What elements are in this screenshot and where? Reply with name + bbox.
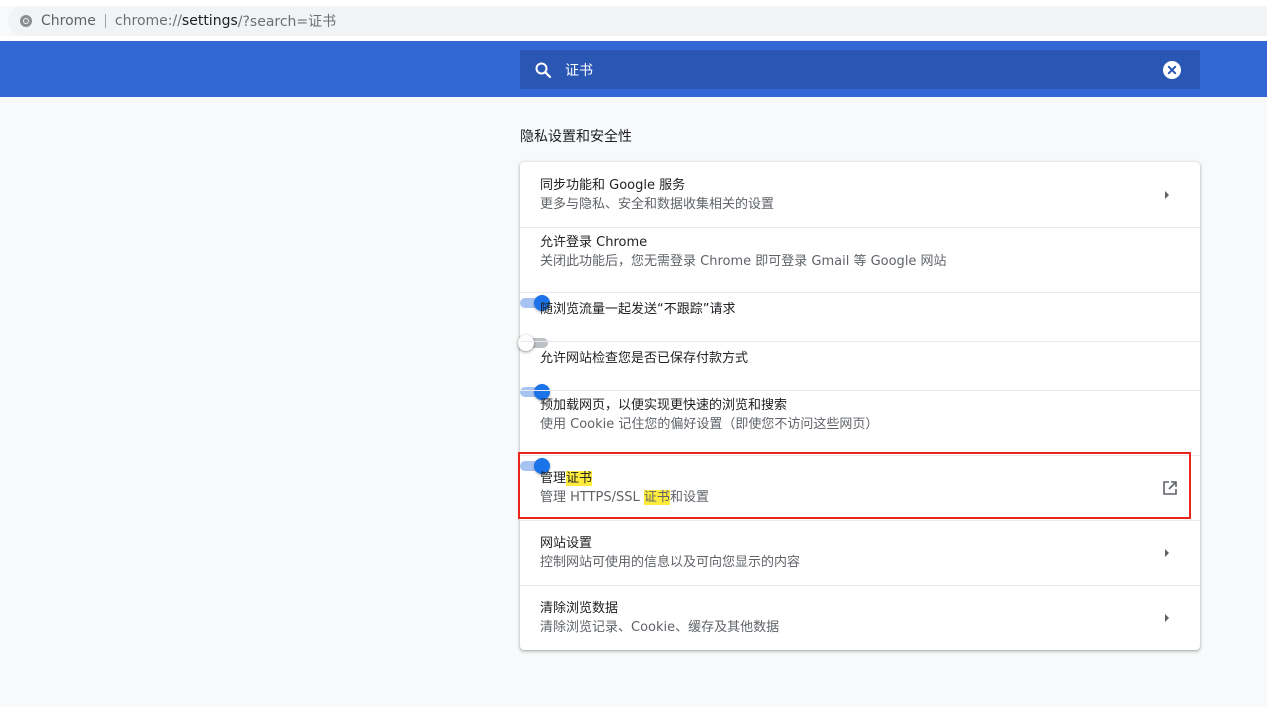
settings-row-preload-pages: 预加载网页，以便实现更快速的浏览和搜索 使用 Cookie 记住您的偏好设置（即… xyxy=(520,390,1200,474)
settings-row-site-settings[interactable]: 网站设置 控制网站可使用的信息以及可向您显示的内容 xyxy=(520,520,1200,585)
chevron-right-icon[interactable] xyxy=(1161,189,1173,201)
row-label: 同步功能和 Google 服务 xyxy=(540,177,686,193)
row-label: 预加载网页，以便实现更快速的浏览和搜索 xyxy=(540,398,788,413)
row-sublabel-text: 管理 HTTPS/SSL xyxy=(540,490,644,505)
address-bar[interactable]: Chrome chrome://settings/?search=证书 xyxy=(8,6,1267,36)
address-separator xyxy=(104,14,106,28)
row-sublabel: 更多与隐私、安全和数据收集相关的设置 xyxy=(540,196,775,212)
row-label: 管理证书 xyxy=(540,469,1200,488)
row-sublabel: 清除浏览记录、Cookie、缓存及其他数据 xyxy=(540,620,780,635)
row-label: 随浏览流量一起发送“不跟踪”请求 xyxy=(540,301,736,317)
settings-row-payment-methods: 允许网站检查您是否已保存付款方式 xyxy=(520,341,1200,400)
settings-row-sync[interactable]: 同步功能和 Google 服务 更多与隐私、安全和数据收集相关的设置 xyxy=(520,162,1200,227)
site-chip-label: Chrome xyxy=(41,13,96,29)
search-highlight: 证书 xyxy=(566,471,593,486)
section-title: 隐私设置和安全性 xyxy=(520,129,632,145)
chevron-right-icon[interactable] xyxy=(1161,547,1173,559)
row-sublabel: 使用 Cookie 记住您的偏好设置（即使您不访问这些网页） xyxy=(540,417,879,432)
chevron-right-icon[interactable] xyxy=(1161,612,1173,624)
row-sublabel-text: 和设置 xyxy=(669,490,709,505)
row-label: 允许登录 Chrome xyxy=(540,235,648,250)
row-label-text: 管理 xyxy=(540,471,567,486)
open-in-new-icon[interactable] xyxy=(1161,479,1179,497)
row-label: 网站设置 xyxy=(540,536,593,551)
row-label: 清除浏览数据 xyxy=(540,601,619,616)
url-scheme: chrome:// xyxy=(114,13,182,29)
url-host: settings xyxy=(181,13,238,29)
settings-header xyxy=(0,41,1267,97)
settings-row-manage-certificates[interactable]: 管理证书 管理 HTTPS/SSL 证书和设置 xyxy=(520,455,1200,520)
clear-search-icon[interactable] xyxy=(1163,61,1181,79)
url-path: /?search=证书 xyxy=(237,14,337,30)
chrome-logo-icon xyxy=(20,15,32,27)
settings-search-box[interactable] xyxy=(520,50,1200,89)
search-icon xyxy=(534,61,552,79)
settings-row-clear-browsing-data[interactable]: 清除浏览数据 清除浏览记录、Cookie、缓存及其他数据 xyxy=(520,585,1200,650)
row-sublabel: 管理 HTTPS/SSL 证书和设置 xyxy=(540,488,1200,507)
row-sublabel: 控制网站可使用的信息以及可向您显示的内容 xyxy=(540,555,801,570)
row-label: 允许网站检查您是否已保存付款方式 xyxy=(540,350,749,366)
search-highlight: 证书 xyxy=(643,490,670,505)
settings-row-do-not-track: 随浏览流量一起发送“不跟踪”请求 xyxy=(518,292,1200,351)
settings-row-allow-chrome-signin: 允许登录 Chrome 关闭此功能后，您无需登录 Chrome 即可登录 Gma… xyxy=(520,227,1200,311)
row-sublabel: 关闭此功能后，您无需登录 Chrome 即可登录 Gmail 等 Google … xyxy=(540,254,947,269)
search-input[interactable] xyxy=(565,61,1125,78)
privacy-settings-card: 同步功能和 Google 服务 更多与隐私、安全和数据收集相关的设置 允许登录 … xyxy=(518,162,1200,650)
